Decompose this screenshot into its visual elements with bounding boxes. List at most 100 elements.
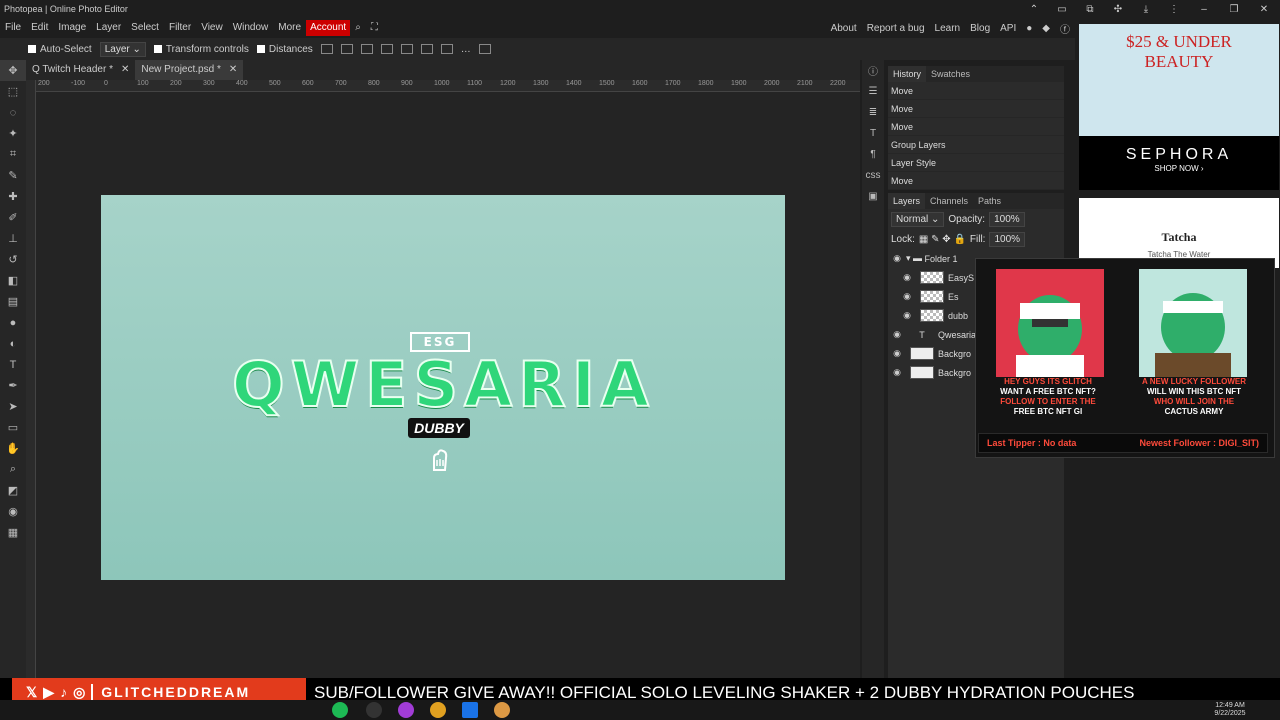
extension-icon[interactable]: ⧉	[1076, 0, 1104, 18]
history-row[interactable]: Layer Style	[888, 154, 1064, 172]
distances-checkbox[interactable]: Distances	[256, 44, 313, 55]
eye-icon[interactable]: ◉	[888, 329, 906, 340]
app-icon[interactable]	[398, 702, 414, 718]
eraser-tool-icon[interactable]: ◧	[0, 270, 26, 291]
healing-tool-icon[interactable]: ✚	[0, 186, 26, 207]
app-icon[interactable]	[366, 702, 382, 718]
menu-file[interactable]: File	[0, 18, 26, 38]
zoom-tool-icon[interactable]: ⌕	[0, 459, 26, 480]
eye-icon[interactable]: ◉	[888, 367, 906, 378]
shape-tool-icon[interactable]: ▭	[0, 417, 26, 438]
align-left-icon[interactable]	[340, 44, 353, 54]
history-brush-icon[interactable]: ↺	[0, 249, 26, 270]
image-icon[interactable]: ▣	[862, 186, 884, 207]
auto-select-checkbox[interactable]: Auto-Select	[28, 44, 92, 55]
tab-swatches[interactable]: Swatches	[926, 66, 975, 82]
quick-mask-icon[interactable]: ◉	[0, 501, 26, 522]
tab-channels[interactable]: Channels	[925, 193, 973, 209]
tab-paths[interactable]: Paths	[973, 193, 1006, 209]
marquee-tool-icon[interactable]: ⬚	[0, 81, 26, 102]
chrome-icon[interactable]	[494, 702, 510, 718]
menu-image[interactable]: Image	[53, 18, 91, 38]
stamp-tool-icon[interactable]: ⊥	[0, 228, 26, 249]
dodge-tool-icon[interactable]: ◐	[0, 333, 26, 354]
window-icon[interactable]: ▭	[1048, 0, 1076, 18]
fullscreen-icon[interactable]: ⛶	[366, 18, 383, 38]
css-icon[interactable]: css	[862, 165, 884, 186]
maximize-button[interactable]: ❐	[1220, 0, 1248, 18]
blur-tool-icon[interactable]: ●	[0, 312, 26, 333]
crop-tool-icon[interactable]: ⌗	[0, 144, 26, 165]
color-swatch-icon[interactable]: ◩	[0, 480, 26, 501]
pen-tool-icon[interactable]: ✒	[0, 375, 26, 396]
fill-input[interactable]: 100%	[989, 231, 1026, 247]
menu-filter[interactable]: Filter	[164, 18, 196, 38]
vscode-icon[interactable]	[462, 702, 478, 718]
menu-more[interactable]: More	[273, 18, 306, 38]
sephora-ad[interactable]: $25 & UNDER BEAUTY SEPHORA SHOP NOW ›	[1079, 24, 1279, 190]
close-icon[interactable]: ✕	[121, 60, 129, 80]
paragraph-icon[interactable]: ¶	[862, 144, 884, 165]
move-tool-icon[interactable]: ✥	[0, 60, 26, 81]
eye-icon[interactable]: ◉	[898, 310, 916, 321]
align-center-icon[interactable]	[360, 44, 373, 54]
brush-tool-icon[interactable]: ✐	[0, 207, 26, 228]
align-top-icon[interactable]	[400, 44, 413, 54]
align-right-icon[interactable]	[380, 44, 393, 54]
grid-icon[interactable]	[478, 44, 491, 54]
menu-dots-icon[interactable]: ⋮	[1160, 0, 1188, 18]
menu-layer[interactable]: Layer	[91, 18, 126, 38]
menu-view[interactable]: View	[196, 18, 228, 38]
tab-history[interactable]: History	[888, 66, 927, 82]
path-select-icon[interactable]: ➤	[0, 396, 26, 417]
history-row[interactable]: Move	[888, 172, 1064, 190]
ad-cta[interactable]: SHOP NOW ›	[1079, 164, 1279, 173]
download-icon[interactable]	[320, 44, 333, 54]
twitter-icon[interactable]: ◆	[1037, 23, 1055, 34]
history-row[interactable]: Move	[888, 82, 1064, 100]
tab-twitch-header[interactable]: Q Twitch Header * ✕	[26, 60, 135, 80]
close-icon[interactable]: ✕	[229, 60, 237, 80]
adjust-icon[interactable]: ≣	[862, 102, 884, 123]
link-report-bug[interactable]: Report a bug	[862, 23, 930, 34]
properties-icon[interactable]: ☰	[862, 81, 884, 102]
download-icon[interactable]: ⤓	[1132, 0, 1160, 18]
lasso-tool-icon[interactable]: ◌	[0, 102, 26, 123]
search-icon[interactable]: ⌕	[350, 18, 366, 38]
character-icon[interactable]: T	[862, 123, 884, 144]
eyedropper-tool-icon[interactable]: ✎	[0, 165, 26, 186]
hand-tool-icon[interactable]: ✋	[0, 438, 26, 459]
eye-icon[interactable]: ◉	[888, 348, 906, 359]
align-bottom-icon[interactable]	[440, 44, 453, 54]
link-blog[interactable]: Blog	[965, 23, 995, 34]
history-row[interactable]: Group Layers	[888, 136, 1064, 154]
opacity-input[interactable]: 100%	[989, 211, 1025, 227]
history-row[interactable]: Move	[888, 118, 1064, 136]
eye-icon[interactable]: ◉	[888, 253, 906, 264]
info-icon[interactable]: ⓘ	[862, 60, 884, 81]
history-row[interactable]: Move	[888, 100, 1064, 118]
align-middle-icon[interactable]	[420, 44, 433, 54]
type-tool-icon[interactable]: T	[0, 354, 26, 375]
tab-layers[interactable]: Layers	[888, 193, 926, 209]
spotify-icon[interactable]	[332, 702, 348, 718]
link-learn[interactable]: Learn	[930, 23, 966, 34]
eye-icon[interactable]: ◉	[898, 272, 916, 283]
facebook-icon[interactable]: ⓕ	[1055, 21, 1075, 36]
magic-wand-tool-icon[interactable]: ✦	[0, 123, 26, 144]
reddit-icon[interactable]: ●	[1021, 23, 1037, 34]
menu-edit[interactable]: Edit	[26, 18, 53, 38]
puzzle-icon[interactable]: ✣	[1104, 0, 1132, 18]
link-about[interactable]: About	[826, 23, 862, 34]
eye-icon[interactable]: ◉	[898, 291, 916, 302]
menu-window[interactable]: Window	[228, 18, 274, 38]
target-select[interactable]: Layer ⌄	[99, 41, 146, 57]
menu-select[interactable]: Select	[126, 18, 164, 38]
gradient-tool-icon[interactable]: ▤	[0, 291, 26, 312]
transform-controls-checkbox[interactable]: Transform controls	[153, 44, 249, 55]
lock-icon[interactable]: ▦ ✎ ✥ 🔒	[919, 234, 966, 245]
menu-account[interactable]: Account	[306, 20, 351, 36]
chrome-icon[interactable]	[430, 702, 446, 718]
tab-new-project[interactable]: New Project.psd * ✕	[135, 60, 244, 80]
taskbar-clock[interactable]: 12:49 AM 9/22/2025	[1210, 702, 1250, 718]
